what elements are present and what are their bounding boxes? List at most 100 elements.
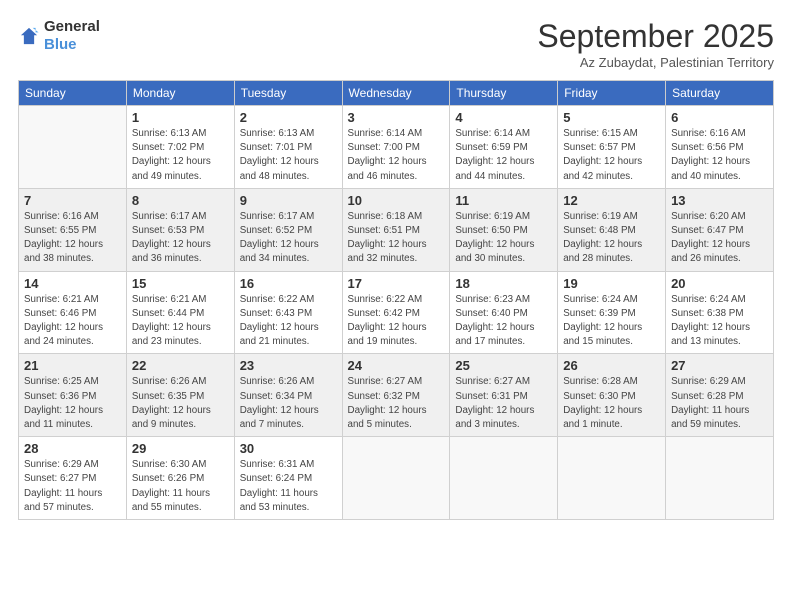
day-number: 22 bbox=[132, 358, 229, 373]
calendar-cell: 19 Sunrise: 6:24 AM Sunset: 6:39 PM Dayli… bbox=[558, 271, 666, 354]
weekday-header-monday: Monday bbox=[126, 81, 234, 106]
day-info: Sunrise: 6:27 AM Sunset: 6:31 PM Dayligh… bbox=[455, 375, 552, 432]
logo-general: General bbox=[44, 18, 100, 35]
calendar-cell: 28 Sunrise: 6:29 AM Sunset: 6:27 PM Dayli… bbox=[19, 437, 127, 520]
day-number: 4 bbox=[455, 110, 552, 125]
week-row-2: 7Sunrise: 6:16 AM Sunset: 6:55 PM Daylig… bbox=[19, 188, 774, 271]
day-number: 13 bbox=[671, 193, 768, 208]
day-number: 30 bbox=[240, 441, 337, 456]
day-info: Sunrise: 6:24 AM Sunset: 6:39 PM Dayligh… bbox=[563, 293, 660, 350]
day-info: Sunrise: 6:27 AM Sunset: 6:32 PM Dayligh… bbox=[348, 375, 445, 432]
calendar-cell bbox=[666, 437, 774, 520]
calendar-cell bbox=[19, 106, 127, 189]
day-number: 21 bbox=[24, 358, 121, 373]
calendar-cell: 27 Sunrise: 6:29 AM Sunset: 6:28 PM Dayli… bbox=[666, 354, 774, 437]
day-info: Sunrise: 6:29 AM Sunset: 6:27 PM Dayligh… bbox=[24, 458, 121, 515]
weekday-header-sunday: Sunday bbox=[19, 81, 127, 106]
calendar-cell: 14 Sunrise: 6:21 AM Sunset: 6:46 PM Dayli… bbox=[19, 271, 127, 354]
day-number: 8 bbox=[132, 193, 229, 208]
calendar-cell: 8 Sunrise: 6:17 AM Sunset: 6:53 PM Daylig… bbox=[126, 188, 234, 271]
day-number: 25 bbox=[455, 358, 552, 373]
day-info: Sunrise: 6:15 AM Sunset: 6:57 PM Dayligh… bbox=[563, 127, 660, 184]
day-info: Sunrise: 6:19 AM Sunset: 6:50 PM Dayligh… bbox=[455, 210, 552, 267]
day-number: 11 bbox=[455, 193, 552, 208]
day-number: 27 bbox=[671, 358, 768, 373]
calendar-cell: 18Sunrise: 6:23 AM Sunset: 6:40 PM Dayli… bbox=[450, 271, 558, 354]
day-number: 24 bbox=[348, 358, 445, 373]
day-number: 29 bbox=[132, 441, 229, 456]
day-number: 20 bbox=[671, 276, 768, 291]
calendar-cell: 29 Sunrise: 6:30 AM Sunset: 6:26 PM Dayli… bbox=[126, 437, 234, 520]
calendar-cell: 3 Sunrise: 6:14 AM Sunset: 7:00 PM Daylig… bbox=[342, 106, 450, 189]
day-info: Sunrise: 6:28 AM Sunset: 6:30 PM Dayligh… bbox=[563, 375, 660, 432]
calendar-cell: 4 Sunrise: 6:14 AM Sunset: 6:59 PM Daylig… bbox=[450, 106, 558, 189]
day-number: 26 bbox=[563, 358, 660, 373]
calendar-cell: 17 Sunrise: 6:22 AM Sunset: 6:42 PM Dayli… bbox=[342, 271, 450, 354]
week-row-1: 1 Sunrise: 6:13 AM Sunset: 7:02 PM Daylig… bbox=[19, 106, 774, 189]
calendar-cell: 2Sunrise: 6:13 AM Sunset: 7:01 PM Daylig… bbox=[234, 106, 342, 189]
calendar-table: SundayMondayTuesdayWednesdayThursdayFrid… bbox=[18, 80, 774, 520]
day-info: Sunrise: 6:14 AM Sunset: 6:59 PM Dayligh… bbox=[455, 127, 552, 184]
day-info: Sunrise: 6:22 AM Sunset: 6:42 PM Dayligh… bbox=[348, 293, 445, 350]
calendar-cell: 7Sunrise: 6:16 AM Sunset: 6:55 PM Daylig… bbox=[19, 188, 127, 271]
day-info: Sunrise: 6:30 AM Sunset: 6:26 PM Dayligh… bbox=[132, 458, 229, 515]
weekday-header-saturday: Saturday bbox=[666, 81, 774, 106]
calendar-cell: 16Sunrise: 6:22 AM Sunset: 6:43 PM Dayli… bbox=[234, 271, 342, 354]
day-info: Sunrise: 6:25 AM Sunset: 6:36 PM Dayligh… bbox=[24, 375, 121, 432]
day-number: 18 bbox=[455, 276, 552, 291]
calendar-cell: 25 Sunrise: 6:27 AM Sunset: 6:31 PM Dayli… bbox=[450, 354, 558, 437]
day-info: Sunrise: 6:21 AM Sunset: 6:46 PM Dayligh… bbox=[24, 293, 121, 350]
logo-blue: Blue bbox=[44, 36, 77, 53]
calendar-cell: 15 Sunrise: 6:21 AM Sunset: 6:44 PM Dayli… bbox=[126, 271, 234, 354]
week-row-3: 14 Sunrise: 6:21 AM Sunset: 6:46 PM Dayli… bbox=[19, 271, 774, 354]
weekday-header-row: SundayMondayTuesdayWednesdayThursdayFrid… bbox=[19, 81, 774, 106]
day-info: Sunrise: 6:26 AM Sunset: 6:35 PM Dayligh… bbox=[132, 375, 229, 432]
day-number: 2 bbox=[240, 110, 337, 125]
weekday-header-tuesday: Tuesday bbox=[234, 81, 342, 106]
logo-icon bbox=[18, 25, 40, 47]
day-number: 1 bbox=[132, 110, 229, 125]
day-number: 12 bbox=[563, 193, 660, 208]
calendar-cell bbox=[450, 437, 558, 520]
day-number: 19 bbox=[563, 276, 660, 291]
day-info: Sunrise: 6:18 AM Sunset: 6:51 PM Dayligh… bbox=[348, 210, 445, 267]
week-row-5: 28 Sunrise: 6:29 AM Sunset: 6:27 PM Dayli… bbox=[19, 437, 774, 520]
day-info: Sunrise: 6:20 AM Sunset: 6:47 PM Dayligh… bbox=[671, 210, 768, 267]
day-number: 3 bbox=[348, 110, 445, 125]
day-number: 15 bbox=[132, 276, 229, 291]
calendar-cell: 1 Sunrise: 6:13 AM Sunset: 7:02 PM Daylig… bbox=[126, 106, 234, 189]
day-number: 5 bbox=[563, 110, 660, 125]
calendar-cell: 5 Sunrise: 6:15 AM Sunset: 6:57 PM Daylig… bbox=[558, 106, 666, 189]
day-number: 9 bbox=[240, 193, 337, 208]
logo-text: General Blue bbox=[44, 18, 100, 54]
calendar-cell: 6 Sunrise: 6:16 AM Sunset: 6:56 PM Daylig… bbox=[666, 106, 774, 189]
calendar-cell: 20Sunrise: 6:24 AM Sunset: 6:38 PM Dayli… bbox=[666, 271, 774, 354]
calendar-cell: 12 Sunrise: 6:19 AM Sunset: 6:48 PM Dayli… bbox=[558, 188, 666, 271]
day-info: Sunrise: 6:13 AM Sunset: 7:02 PM Dayligh… bbox=[132, 127, 229, 184]
day-info: Sunrise: 6:14 AM Sunset: 7:00 PM Dayligh… bbox=[348, 127, 445, 184]
calendar-cell: 23Sunrise: 6:26 AM Sunset: 6:34 PM Dayli… bbox=[234, 354, 342, 437]
calendar-cell: 21 Sunrise: 6:25 AM Sunset: 6:36 PM Dayli… bbox=[19, 354, 127, 437]
weekday-header-friday: Friday bbox=[558, 81, 666, 106]
calendar-cell bbox=[558, 437, 666, 520]
day-info: Sunrise: 6:31 AM Sunset: 6:24 PM Dayligh… bbox=[240, 458, 337, 515]
week-row-4: 21 Sunrise: 6:25 AM Sunset: 6:36 PM Dayli… bbox=[19, 354, 774, 437]
page: General Blue September 2025 Az Zubaydat,… bbox=[0, 0, 792, 612]
day-number: 6 bbox=[671, 110, 768, 125]
day-info: Sunrise: 6:19 AM Sunset: 6:48 PM Dayligh… bbox=[563, 210, 660, 267]
day-number: 28 bbox=[24, 441, 121, 456]
day-info: Sunrise: 6:21 AM Sunset: 6:44 PM Dayligh… bbox=[132, 293, 229, 350]
day-info: Sunrise: 6:16 AM Sunset: 6:55 PM Dayligh… bbox=[24, 210, 121, 267]
day-number: 17 bbox=[348, 276, 445, 291]
calendar-cell: 13 Sunrise: 6:20 AM Sunset: 6:47 PM Dayli… bbox=[666, 188, 774, 271]
month-title: September 2025 bbox=[537, 18, 774, 55]
calendar-cell: 24 Sunrise: 6:27 AM Sunset: 6:32 PM Dayli… bbox=[342, 354, 450, 437]
day-number: 14 bbox=[24, 276, 121, 291]
day-info: Sunrise: 6:29 AM Sunset: 6:28 PM Dayligh… bbox=[671, 375, 768, 432]
weekday-header-wednesday: Wednesday bbox=[342, 81, 450, 106]
weekday-header-thursday: Thursday bbox=[450, 81, 558, 106]
title-block: September 2025 Az Zubaydat, Palestinian … bbox=[537, 18, 774, 70]
day-info: Sunrise: 6:17 AM Sunset: 6:53 PM Dayligh… bbox=[132, 210, 229, 267]
calendar-cell: 9Sunrise: 6:17 AM Sunset: 6:52 PM Daylig… bbox=[234, 188, 342, 271]
day-info: Sunrise: 6:16 AM Sunset: 6:56 PM Dayligh… bbox=[671, 127, 768, 184]
